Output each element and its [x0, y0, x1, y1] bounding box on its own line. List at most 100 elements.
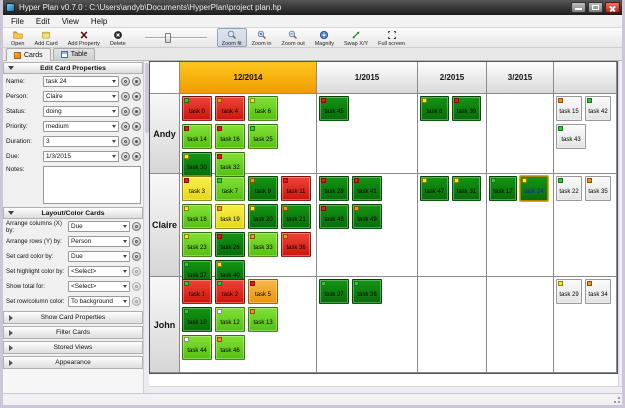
gear-icon[interactable] — [132, 267, 141, 276]
chevron-down-icon[interactable] — [110, 95, 118, 98]
card-task-20[interactable]: task 20 — [248, 204, 278, 229]
full-screen-button[interactable]: Full screen — [373, 28, 410, 47]
card-task-1[interactable]: task 1 — [182, 279, 212, 304]
title-bar[interactable]: Hyper Plan v0.7.0 : C:\Users\andyb\Docum… — [3, 0, 622, 15]
card-task-21[interactable]: task 21 — [281, 204, 311, 229]
card-task-29[interactable]: task 29 — [556, 279, 582, 304]
card-task-41[interactable]: task 41 — [352, 176, 382, 201]
zoom-fit-button[interactable]: Zoom fit — [216, 28, 247, 47]
card-task-43[interactable]: task 43 — [556, 124, 586, 149]
column-header-1/2015[interactable]: 1/2015 — [317, 62, 418, 94]
card-task-11[interactable]: task 11 — [281, 176, 311, 201]
vertical-scrollbar[interactable] — [618, 61, 622, 386]
filter-cards-button[interactable]: Filter Cards — [3, 326, 143, 339]
zoom-out-button[interactable]: Zoom out — [276, 28, 309, 47]
card-task-4[interactable]: task 4 — [215, 96, 245, 121]
zoom-in-button[interactable]: Zoom in — [247, 28, 277, 47]
chevron-down-icon[interactable] — [110, 140, 118, 143]
card-task-39[interactable]: task 39 — [452, 96, 481, 121]
card-task-15[interactable]: task 15 — [556, 96, 582, 121]
chevron-down-icon[interactable] — [121, 300, 129, 303]
menu-item-help[interactable]: Help — [85, 17, 113, 26]
card-task-18[interactable]: task 18 — [182, 204, 212, 229]
card-task-44[interactable]: task 44 — [182, 335, 212, 360]
card-task-17[interactable]: task 17 — [489, 176, 517, 201]
card-task-35[interactable]: task 35 — [585, 176, 611, 201]
combo-layout-2[interactable]: Due — [68, 251, 130, 262]
card-task-34[interactable]: task 34 — [585, 279, 611, 304]
card-task-48[interactable]: task 48 — [319, 204, 349, 229]
card-task-46[interactable]: task 46 — [215, 335, 245, 360]
swap-x-y-button[interactable]: Swap X/Y — [339, 28, 373, 47]
card-task-3[interactable]: task 3 — [182, 176, 212, 201]
card-task-13[interactable]: task 13 — [248, 307, 278, 332]
card-task-42[interactable]: task 42 — [585, 96, 611, 121]
stored-views-button[interactable]: Stored Views — [3, 341, 143, 354]
card-task-12[interactable]: task 12 — [215, 307, 245, 332]
delete-button[interactable]: Delete — [105, 28, 131, 47]
combo-status[interactable]: doing — [43, 106, 119, 117]
chevron-down-icon[interactable] — [121, 225, 129, 228]
remove-property-icon[interactable] — [132, 107, 141, 116]
add-card-button[interactable]: Add Card — [29, 28, 62, 47]
card-task-23[interactable]: task 23 — [182, 232, 212, 257]
combo-layout-5[interactable]: To background — [68, 296, 130, 307]
gear-icon[interactable] — [132, 222, 141, 231]
close-button[interactable] — [605, 2, 620, 13]
menu-item-edit[interactable]: Edit — [30, 17, 56, 26]
card-task-10[interactable]: task 10 — [182, 307, 212, 332]
notes-input[interactable] — [43, 166, 141, 204]
gear-icon[interactable] — [132, 282, 141, 291]
zoom-slider-handle[interactable] — [164, 32, 171, 43]
tab-table[interactable]: Table — [52, 48, 96, 60]
maximize-button[interactable] — [588, 2, 603, 13]
remove-property-icon[interactable] — [132, 152, 141, 161]
chevron-down-icon[interactable] — [121, 285, 129, 288]
row-header-claire[interactable]: Claire — [150, 174, 180, 277]
combo-priority[interactable]: medium — [43, 121, 119, 132]
combo-layout-0[interactable]: Due — [68, 221, 130, 232]
resize-grip[interactable] — [612, 395, 621, 404]
menu-item-file[interactable]: File — [5, 17, 30, 26]
card-task-28[interactable]: task 28 — [319, 176, 349, 201]
column-header-12/2014[interactable]: 12/2014 — [180, 62, 317, 94]
chevron-down-icon[interactable] — [121, 270, 129, 273]
card-task-5[interactable]: task 5 — [248, 279, 278, 304]
gear-icon[interactable] — [121, 137, 130, 146]
gear-icon[interactable] — [132, 237, 141, 246]
card-task-7[interactable]: task 7 — [215, 176, 245, 201]
tab-cards[interactable]: Cards — [6, 48, 51, 61]
card-task-38[interactable]: task 38 — [352, 279, 382, 304]
remove-property-icon[interactable] — [132, 122, 141, 131]
card-task-47[interactable]: task 47 — [420, 176, 449, 201]
card-task-24[interactable]: task 24 — [520, 176, 548, 201]
show-card-properties-button[interactable]: Show Card Properties — [3, 311, 143, 324]
remove-property-icon[interactable] — [132, 92, 141, 101]
gear-icon[interactable] — [121, 122, 130, 131]
chevron-down-icon[interactable] — [110, 80, 118, 83]
card-task-36[interactable]: task 36 — [281, 232, 311, 257]
card-task-25[interactable]: task 25 — [248, 124, 278, 149]
combo-layout-1[interactable]: Person — [68, 236, 130, 247]
section-header-layout-color-cards[interactable]: Layout/Color Cards — [3, 207, 143, 219]
zoom-slider-track[interactable] — [144, 36, 207, 39]
card-task-27[interactable]: task 27 — [319, 279, 349, 304]
card-task-22[interactable]: task 22 — [556, 176, 582, 201]
menu-item-view[interactable]: View — [56, 17, 85, 26]
appearance-button[interactable]: Appearance — [3, 356, 143, 369]
open-button[interactable]: Open — [6, 28, 29, 47]
card-task-45[interactable]: task 45 — [319, 96, 349, 121]
gear-icon[interactable] — [121, 107, 130, 116]
combo-duration[interactable]: 3 — [43, 136, 119, 147]
chevron-down-icon[interactable] — [110, 110, 118, 113]
card-task-49[interactable]: task 49 — [352, 204, 382, 229]
combo-person[interactable]: Claire — [43, 91, 119, 102]
magnify-button[interactable]: Magnify — [310, 28, 339, 47]
remove-property-icon[interactable] — [132, 77, 141, 86]
card-task-0[interactable]: task 0 — [182, 96, 212, 121]
row-header-john[interactable]: John — [150, 277, 180, 373]
card-task-19[interactable]: task 19 — [215, 204, 245, 229]
horizontal-scrollbar[interactable] — [149, 386, 622, 393]
card-task-8[interactable]: task 8 — [420, 96, 449, 121]
chevron-down-icon[interactable] — [110, 125, 118, 128]
